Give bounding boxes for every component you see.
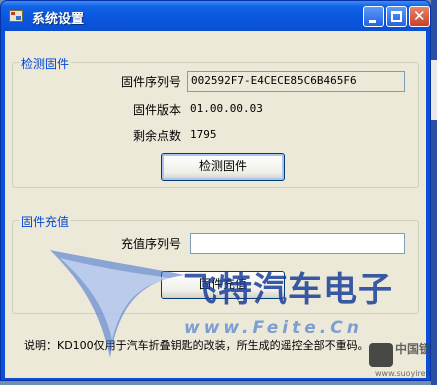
remaining-points-value: 1795 xyxy=(190,128,217,141)
watermark-brand-text: 飞特汽车电子 xyxy=(183,270,393,310)
close-icon: ✕ xyxy=(413,7,426,25)
minimize-icon xyxy=(369,20,376,23)
app-icon xyxy=(9,10,23,22)
title-bar[interactable]: 系统设置 ✕ xyxy=(1,1,430,31)
minimize-button[interactable] xyxy=(363,6,384,27)
watermark-site-url: www.suoyiren.com xyxy=(375,369,437,378)
firmware-serial-label: 固件序列号 xyxy=(120,75,181,89)
background-window-edge xyxy=(431,0,437,385)
maximize-button[interactable] xyxy=(386,6,407,27)
watermark-url-text: www.Feite.Cn xyxy=(184,318,363,338)
remaining-points-label: 剩余点数 xyxy=(132,129,181,143)
watermark-seal-icon xyxy=(369,343,393,367)
firmware-version-value: 01.00.00.03 xyxy=(190,102,263,115)
background-window-strip xyxy=(431,60,437,120)
recharge-serial-input[interactable] xyxy=(190,233,405,254)
close-button[interactable]: ✕ xyxy=(409,6,430,27)
recharge-firmware-legend: 固件充值 xyxy=(19,213,72,230)
window-title: 系统设置 xyxy=(32,12,85,27)
firmware-version-label: 固件版本 xyxy=(132,103,181,117)
detect-firmware-legend: 检测固件 xyxy=(19,55,72,72)
detect-firmware-button[interactable]: 检测固件 xyxy=(161,153,285,181)
firmware-serial-field[interactable]: 002592F7-E4CECE85C6B465F6 xyxy=(187,71,405,92)
maximize-icon xyxy=(391,11,402,22)
watermark-swoosh-logo xyxy=(50,250,185,358)
